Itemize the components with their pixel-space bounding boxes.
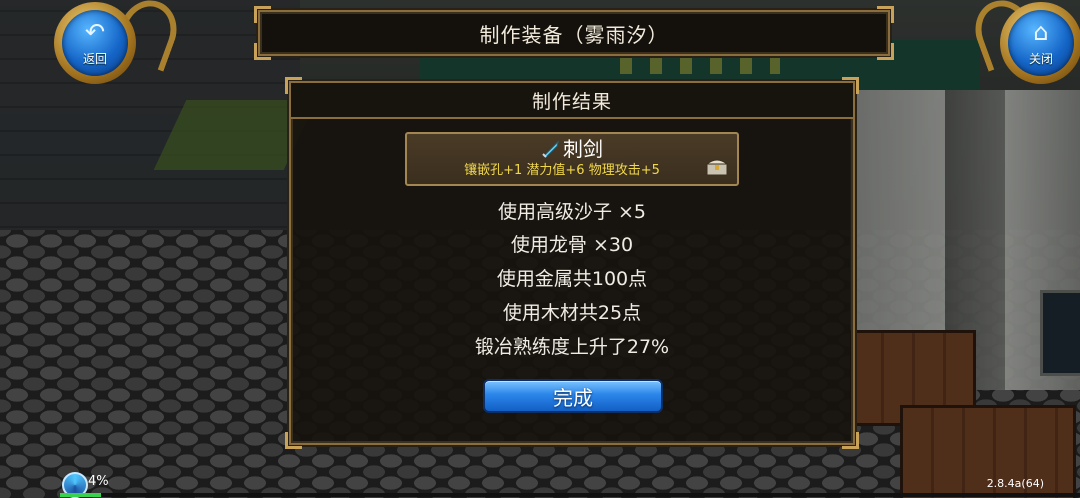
back-arrow-icon: ↶ [84,18,106,46]
crafting-result-panel: 制作结果 刺剑 镶嵌孔+1 潜力值+6 物理攻击+5 使用高级沙子 ×5 使用龙… [285,77,859,449]
corner-ornament [254,43,271,60]
close-button[interactable]: ⌂ 关闭 [1000,2,1080,84]
page-title: 制作装备（雾雨汐） [479,22,669,47]
title-banner: 制作装备（雾雨汐） [254,6,894,60]
loading-progress-fill [60,493,101,497]
panel-title: 制作结果 [531,90,612,113]
back-button[interactable]: ↶ 返回 [54,2,136,84]
done-button-label: 完成 [553,385,593,410]
material-line: 使用高级沙子 ×5 [497,201,647,223]
home-icon: ⌂ [1033,18,1049,46]
corner-ornament [285,432,302,449]
sword-icon [542,140,559,158]
corner-ornament [877,6,894,23]
corner-ornament [254,6,271,23]
crafted-item-card[interactable]: 刺剑 镶嵌孔+1 潜力值+6 物理攻击+5 [405,132,739,186]
version-label: 2.8.4a(64) [986,477,1044,490]
loading-percent: 4% [88,474,109,489]
back-button-label: 返回 [82,52,107,66]
panel-header: 制作结果 [291,83,853,119]
done-button[interactable]: 完成 [483,379,663,413]
material-line: 使用金属共100点 [496,268,648,290]
treasure-chest-icon [705,159,729,176]
item-name: 刺剑 [563,137,603,161]
close-button-label: 关闭 [1028,52,1053,66]
corner-ornament [877,43,894,60]
item-name-row: 刺剑 [407,137,737,161]
material-line: 使用龙骨 ×30 [510,234,634,256]
item-stats: 镶嵌孔+1 潜力值+6 物理攻击+5 [464,163,660,178]
corner-ornament [842,432,859,449]
loading-progress-bar [60,493,1080,497]
proficiency-line: 锻冶熟练度上升了27% [474,336,670,358]
material-line: 使用木材共25点 [502,302,642,324]
